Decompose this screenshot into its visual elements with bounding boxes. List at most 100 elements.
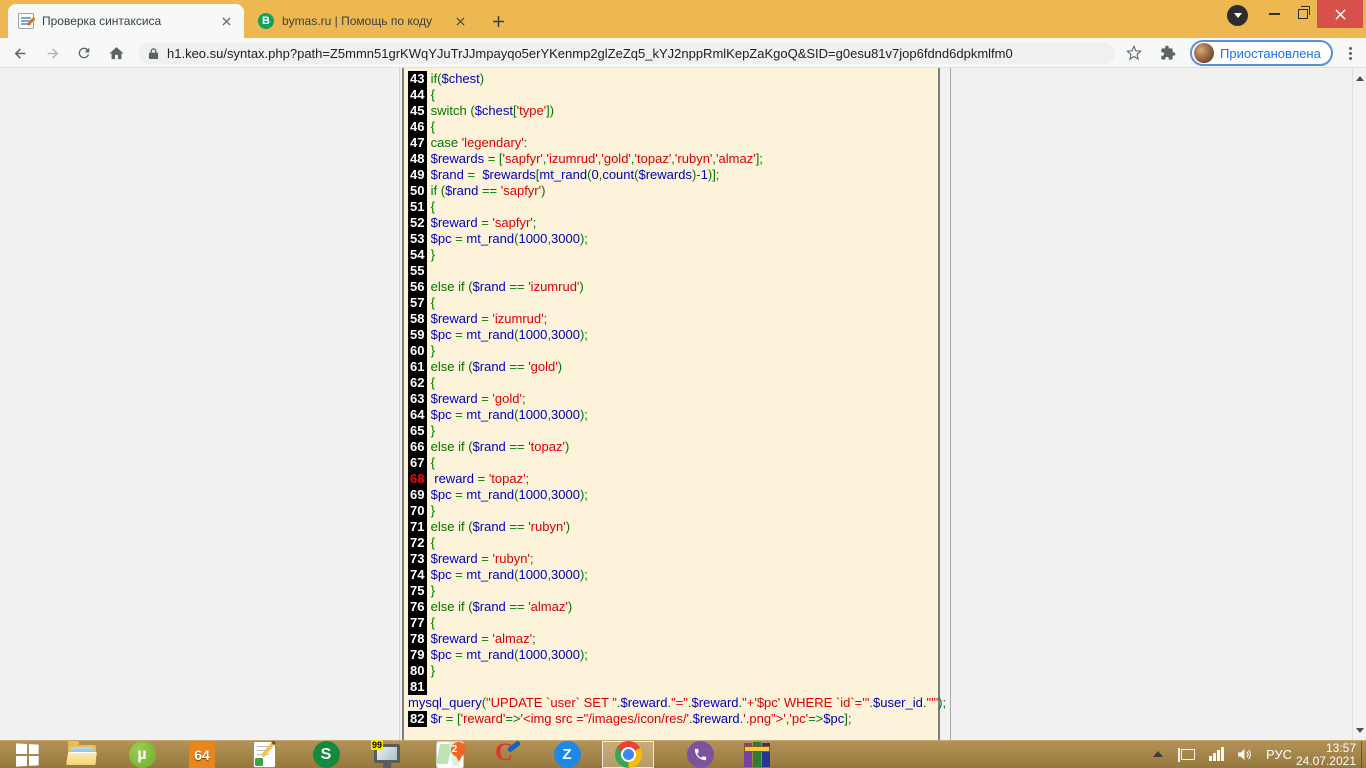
profile-button[interactable]: Приостановлена [1190, 40, 1333, 66]
taskbar-start-button[interactable] [2, 741, 54, 768]
line-number: 70 [408, 503, 427, 519]
code-text: else if ($rand == 'rubyn') [431, 519, 570, 534]
flag-icon [1181, 749, 1195, 760]
tray-expand-button[interactable] [1150, 751, 1166, 757]
code-area[interactable]: 43 if($chest)44 {45 switch ($chest['type… [402, 68, 938, 740]
line-number: 76 [408, 599, 427, 615]
code-line: 59 $pc = mt_rand(1000,3000); [408, 327, 938, 343]
line-number: 57 [408, 295, 427, 311]
taskbar-s-app-button[interactable]: S [300, 741, 352, 768]
code-line: 82 $r = ['reward'=>'<img src ="/images/i… [408, 711, 938, 727]
map-pin-icon: 2 [436, 741, 464, 768]
taskbar-viber-button[interactable] [674, 741, 726, 768]
code-line: 48 $rewards = ['sapfyr','izumrud','gold'… [408, 151, 938, 167]
tab-close-icon[interactable] [218, 13, 234, 29]
action-center-button[interactable] [1178, 749, 1198, 760]
back-button[interactable] [8, 41, 32, 65]
close-button[interactable] [1317, 0, 1363, 28]
line-number: 46 [408, 119, 427, 135]
line-number: 43 [408, 71, 427, 87]
line-number: 63 [408, 391, 427, 407]
line-number: 44 [408, 87, 427, 103]
star-icon [1126, 45, 1142, 61]
code-line: 79 $pc = mt_rand(1000,3000); [408, 647, 938, 663]
reload-button[interactable] [72, 41, 96, 65]
taskbar-notepad-button[interactable] [238, 741, 290, 768]
forward-button[interactable] [40, 41, 64, 65]
taskbar-2gis-button[interactable]: 2 [424, 741, 476, 768]
code-text: else if ($rand == 'almaz') [431, 599, 573, 614]
browser-menu-button[interactable] [1340, 43, 1360, 63]
line-number: 49 [408, 167, 427, 183]
tab-close-icon[interactable] [452, 13, 468, 29]
code-line: 75 } [408, 583, 938, 599]
new-tab-button[interactable] [486, 9, 510, 33]
code-text: { [431, 119, 435, 134]
page-scrollbar[interactable] [1352, 68, 1366, 740]
code-line: 55 [408, 263, 938, 279]
line-number: 73 [408, 551, 427, 567]
line-number: 58 [408, 311, 427, 327]
code-text: { [431, 199, 435, 214]
tab-strip: Проверка синтаксиса B bymas.ru | Помощь … [0, 0, 1366, 38]
restore-icon [1298, 9, 1308, 19]
extensions-button[interactable] [1156, 41, 1180, 65]
code-text: $reward = 'sapfyr'; [431, 215, 537, 230]
line-number: 47 [408, 135, 427, 151]
code-text: } [431, 423, 435, 438]
network-button[interactable] [1206, 747, 1226, 761]
restore-button[interactable] [1289, 0, 1317, 28]
code-text: $rand = $rewards[mt_rand(0,count($reward… [431, 167, 720, 182]
code-line: 56 else if ($rand == 'izumrud') [408, 279, 938, 295]
utorrent-icon: µ [129, 741, 156, 768]
ccleaner-icon: C [494, 742, 520, 768]
code-line: 46 { [408, 119, 938, 135]
taskbar-utorrent-button[interactable]: µ [116, 741, 168, 768]
monitor-99-icon: 99 [374, 747, 400, 763]
code-scrollbar[interactable] [938, 68, 951, 740]
code-line: 68 reward = 'topaz'; [408, 471, 938, 487]
code-text: { [431, 615, 435, 630]
code-text: if ($rand == 'sapfyr') [431, 183, 546, 198]
puzzle-icon [1160, 45, 1176, 61]
code-line: 62 { [408, 375, 938, 391]
code-line: 73 $reward = 'rubyn'; [408, 551, 938, 567]
taskbar-monitor-button[interactable]: 99 [361, 741, 413, 768]
scroll-up-button[interactable] [1353, 70, 1366, 86]
show-desktop-button[interactable] [1361, 741, 1366, 768]
code-line: 80 } [408, 663, 938, 679]
home-button[interactable] [104, 41, 128, 65]
code-text: case 'legendary': [431, 135, 528, 150]
code-line: 53 $pc = mt_rand(1000,3000); [408, 231, 938, 247]
code-line: 54 } [408, 247, 938, 263]
tab-title: bymas.ru | Помощь по коду [282, 14, 444, 28]
clock[interactable]: 13:57 24.07.2021 [1286, 742, 1356, 768]
code-text: $pc = mt_rand(1000,3000); [431, 567, 588, 582]
scroll-down-button[interactable] [1353, 722, 1366, 738]
line-number: 79 [408, 647, 427, 663]
back-icon [12, 45, 29, 62]
taskbar-aida64-button[interactable]: 64 [176, 741, 228, 768]
volume-button[interactable] [1233, 746, 1255, 763]
error-line-number: 68 [408, 471, 427, 487]
tab-bymas[interactable]: B bymas.ru | Помощь по коду [248, 4, 478, 38]
taskbar-winrar-button[interactable] [731, 741, 783, 768]
taskbar-chrome-button[interactable] [602, 741, 654, 768]
line-number: 65 [408, 423, 427, 439]
address-bar[interactable]: h1.keo.su/syntax.php?path=Z5mmn51grKWqYJ… [138, 42, 1115, 64]
notepad-pencil-icon [253, 741, 276, 768]
tab-syntax-check[interactable]: Проверка синтаксиса [8, 4, 244, 38]
minimize-button[interactable] [1259, 0, 1289, 28]
reload-icon [76, 45, 92, 61]
bookmark-star-button[interactable] [1122, 41, 1146, 65]
tab-title: Проверка синтаксиса [42, 14, 210, 28]
line-number: 59 [408, 327, 427, 343]
taskbar-explorer-button[interactable] [56, 741, 108, 768]
code-line: 63 $reward = 'gold'; [408, 391, 938, 407]
profile-chevron-button[interactable] [1227, 5, 1248, 26]
taskbar-ccleaner-button[interactable]: C [481, 741, 533, 768]
line-number: 60 [408, 343, 427, 359]
code-text: } [431, 663, 435, 678]
taskbar-zona-button[interactable]: Z [541, 741, 593, 768]
code-text: { [431, 87, 435, 102]
